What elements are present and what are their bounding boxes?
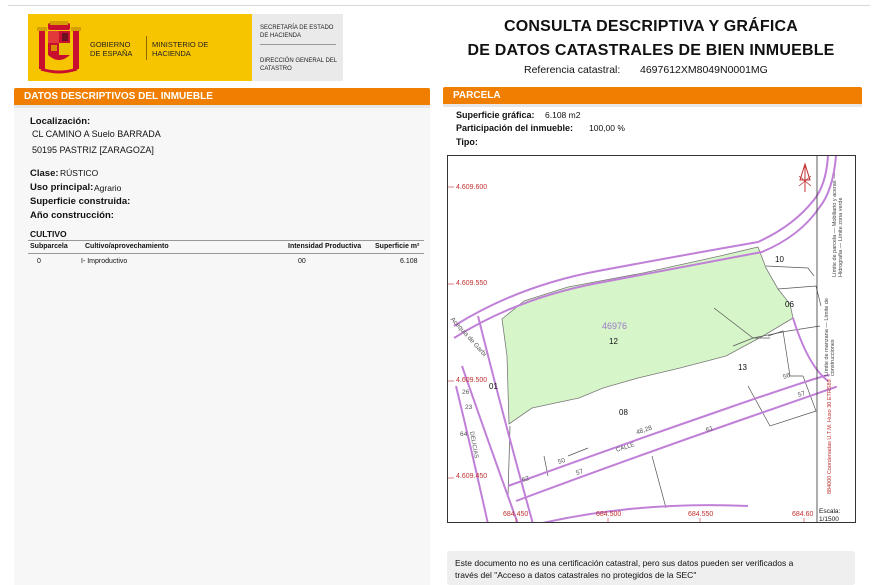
cultivo-title: CULTIVO bbox=[30, 229, 67, 239]
parcel-number-01: 01 bbox=[489, 382, 498, 391]
page-title-line2: DE DATOS CATASTRALES DE BIEN INMUEBLE bbox=[446, 39, 856, 63]
disclaimer-line2: través del "Acceso a datos catastrales n… bbox=[455, 569, 847, 581]
cultivo-cell-cultivo: I- Improductivo bbox=[81, 258, 127, 265]
y-label-1: 4.609.600 bbox=[456, 184, 487, 191]
page-title-line1: CONSULTA DESCRIPTIVA Y GRÁFICA bbox=[446, 15, 856, 39]
section-header-parcela: PARCELA bbox=[443, 87, 862, 104]
x-label-4: 684.60 bbox=[792, 511, 813, 518]
superficie-construida-label: Superficie construida: bbox=[30, 196, 130, 207]
disclaimer-note: Este documento no es una certificación c… bbox=[447, 551, 855, 585]
logo-separator bbox=[146, 36, 147, 60]
parcel-number-06: 06 bbox=[785, 300, 794, 309]
map-legend-top: Límite de parcela — Mobiliario y aceras … bbox=[832, 159, 844, 277]
cultivo-header-intensidad: Intensidad Productiva bbox=[288, 243, 361, 250]
cultivo-cell-superficie: 6.108 bbox=[400, 258, 418, 265]
government-logo: GOBIERNO DE ESPAÑA MINISTERIO DE HACIEND… bbox=[28, 14, 343, 81]
localizacion-line1: CL CAMINO A Suelo BARRADA bbox=[32, 129, 161, 139]
map-legend-bottom: Límite de manzana — Límite de construcci… bbox=[824, 296, 836, 376]
page-title: CONSULTA DESCRIPTIVA Y GRÁFICA DE DATOS … bbox=[446, 15, 856, 63]
x-label-2: 684.500 bbox=[596, 511, 621, 518]
cultivo-header-superficie: Superficie m² bbox=[375, 243, 419, 250]
uso-principal-label: Uso principal: bbox=[30, 182, 93, 193]
tipo-label: Tipo: bbox=[456, 137, 478, 147]
datos-descriptivos-panel bbox=[14, 108, 430, 585]
cultivo-cell-subparcela: 0 bbox=[37, 258, 41, 265]
y-label-4: 4.609.450 bbox=[456, 473, 487, 480]
x-label-3: 684.550 bbox=[688, 511, 713, 518]
superficie-grafica-value: 6.108 m2 bbox=[545, 110, 580, 120]
cultivo-header-subparcela: Subparcela bbox=[30, 243, 68, 250]
road-number-8: 23 bbox=[465, 404, 472, 411]
parcel-number-12: 12 bbox=[609, 337, 618, 346]
logo-ministerio-text: MINISTERIO DE HACIENDA bbox=[152, 40, 214, 58]
ref-catastral-value: 4697612XM8049N0001MG bbox=[640, 64, 768, 76]
map-scale-label: Escala: bbox=[819, 508, 840, 515]
localizacion-label: Localización: bbox=[30, 116, 90, 127]
road-number-10: 64 bbox=[460, 431, 467, 438]
cultivo-rule bbox=[28, 240, 424, 241]
cultivo-header-rule bbox=[28, 253, 424, 254]
parcel-id-label: 46976 bbox=[602, 321, 627, 331]
top-divider bbox=[8, 5, 870, 6]
anio-construccion-label: Año construcción: bbox=[30, 210, 114, 221]
legend-limite-zona-verde: Límite zona verde bbox=[838, 198, 844, 242]
uso-principal-value: Agrario bbox=[94, 183, 121, 193]
ref-catastral-label: Referencia catastral: bbox=[524, 64, 620, 76]
section-header-datos-descriptivos: DATOS DESCRIPTIVOS DEL INMUEBLE bbox=[14, 88, 430, 105]
road-number-9: 26 bbox=[462, 389, 469, 396]
participacion-value: 100,00 % bbox=[589, 123, 625, 133]
map-scale-value: 1/1500 bbox=[819, 516, 839, 523]
map-coord-note: 884000 Coordenadas U.T.M. Huso 30 ETRS89 bbox=[827, 374, 833, 494]
logo-direccion-text: DIRECCIÓN GENERAL DEL CATASTRO bbox=[260, 58, 340, 73]
coat-of-arms-icon bbox=[36, 21, 82, 76]
participacion-label: Participación del inmueble: bbox=[456, 123, 573, 133]
legend-hidrografia: Hidrografía bbox=[838, 250, 844, 277]
parcel-number-08: 08 bbox=[619, 408, 628, 417]
localizacion-line2: 50195 PASTRIZ [ZARAGOZA] bbox=[32, 145, 154, 155]
y-label-3: 4.609.500 bbox=[456, 377, 487, 384]
logo-secretaria-text: SECRETARÍA DE ESTADO DE HACIENDA bbox=[260, 25, 340, 40]
clase-value: RÚSTICO bbox=[60, 168, 98, 178]
y-label-2: 4.609.550 bbox=[456, 280, 487, 287]
logo-grey-separator bbox=[260, 44, 336, 45]
clase-label: Clase: bbox=[30, 168, 59, 179]
logo-gobierno-text: GOBIERNO DE ESPAÑA bbox=[90, 40, 142, 58]
superficie-grafica-label: Superficie gráfica: bbox=[456, 110, 535, 120]
cultivo-cell-intensidad: 00 bbox=[298, 258, 306, 265]
parcel-number-13: 13 bbox=[738, 363, 747, 372]
north-arrow-icon bbox=[799, 164, 811, 192]
cultivo-header-cultivo: Cultivo/aprovechamiento bbox=[85, 243, 169, 250]
x-label-1: 684.450 bbox=[503, 511, 528, 518]
cadastral-map[interactable]: 4.609.600 4.609.550 4.609.500 4.609.450 … bbox=[447, 155, 856, 523]
disclaimer-line1: Este documento no es una certificación c… bbox=[455, 557, 847, 569]
parcel-number-10: 10 bbox=[775, 255, 784, 264]
